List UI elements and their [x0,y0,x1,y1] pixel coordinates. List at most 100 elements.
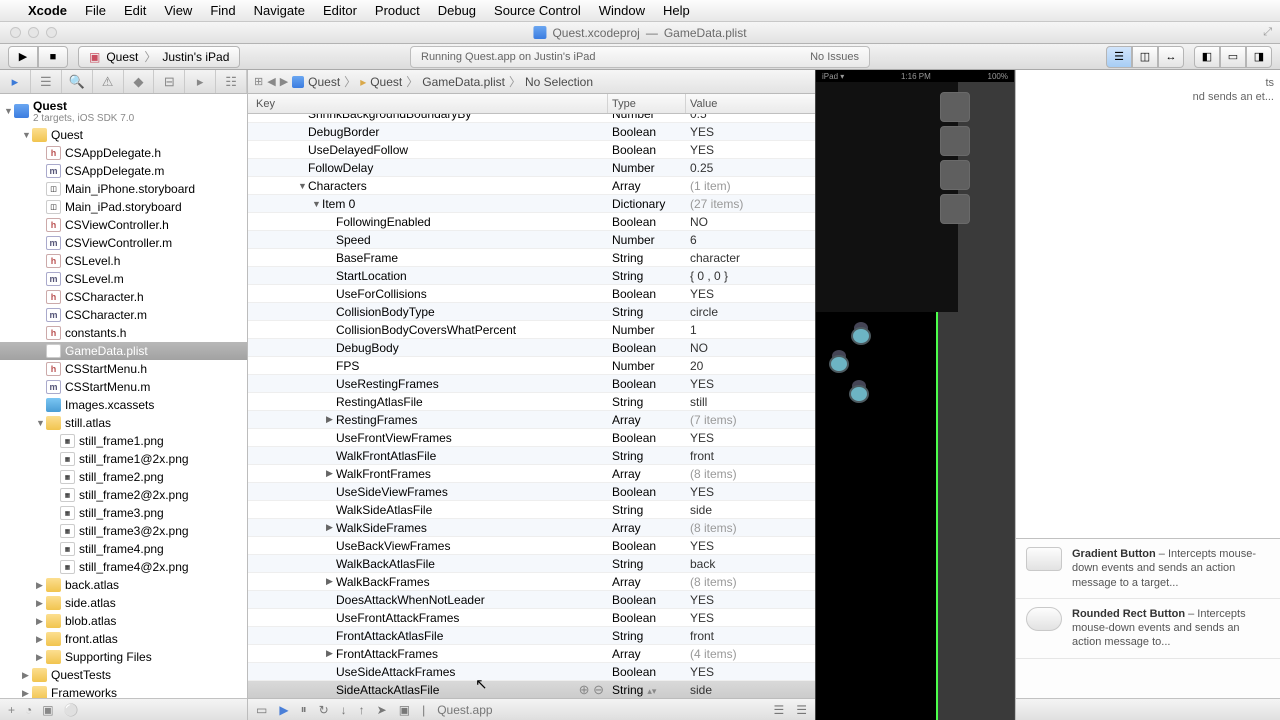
tree-row[interactable]: ▦still_frame2@2x.png [0,486,247,504]
plist-row[interactable]: DebugBodyBooleanNO [248,339,815,357]
toggle-navigator-button[interactable]: ◧ [1194,46,1220,68]
related-items-icon[interactable]: ⊞ [254,75,263,88]
menu-edit[interactable]: Edit [124,3,146,18]
plist-row[interactable]: ▼CharactersArray(1 item) [248,177,815,195]
header-type[interactable]: Type [608,94,686,113]
debug-navigator-tab[interactable]: ⊟ [154,70,185,93]
menu-find[interactable]: Find [210,3,235,18]
menu-debug[interactable]: Debug [438,3,476,18]
menu-file[interactable]: File [85,3,106,18]
plist-row[interactable]: ▶WalkSideFramesArray(8 items) [248,519,815,537]
tree-row[interactable]: ▶Frameworks [0,684,247,698]
plist-row[interactable]: StartLocationString{ 0 , 0 } [248,267,815,285]
tree-row[interactable]: ▦still_frame2.png [0,468,247,486]
step-out-icon[interactable]: ↑ [359,703,365,717]
tree-row[interactable]: ▼still.atlas [0,414,247,432]
toggle-debug-area-icon[interactable]: ▭ [256,703,267,717]
tree-row[interactable]: ▶blob.atlas [0,612,247,630]
plist-row[interactable]: UseDelayedFollowBooleanYES [248,141,815,159]
plist-row[interactable]: ShrinkBackgroundBoundaryByNumber0.5 [248,114,815,123]
plist-row[interactable]: WalkFrontAtlasFileStringfront [248,447,815,465]
console-view-icon[interactable]: ☰ [796,703,807,717]
tree-row[interactable]: ◫Main_iPhone.storyboard [0,180,247,198]
plist-row[interactable]: UseForCollisionsBooleanYES [248,285,815,303]
assistant-editor-button[interactable]: ◫ [1132,46,1158,68]
fullscreen-icon[interactable]: ⤢ [1263,26,1272,39]
header-key[interactable]: Key [248,94,608,113]
object-library[interactable]: Gradient Button – Intercepts mouse-down … [1016,538,1280,698]
stop-button[interactable]: ■ [38,46,68,68]
menu-view[interactable]: View [164,3,192,18]
tree-row[interactable]: mCSViewController.m [0,234,247,252]
tree-row[interactable]: ◫Main_iPad.storyboard [0,198,247,216]
plist-row[interactable]: CollisionBodyCoversWhatPercentNumber1 [248,321,815,339]
tree-row[interactable]: ▼Quest [0,126,247,144]
plist-row[interactable]: SpeedNumber6 [248,231,815,249]
tree-row[interactable]: hconstants.h [0,324,247,342]
library-item-gradient-button[interactable]: Gradient Button – Intercepts mouse-down … [1016,539,1280,599]
symbol-navigator-tab[interactable]: ☰ [31,70,62,93]
tree-row[interactable]: ▦still_frame4@2x.png [0,558,247,576]
plist-row[interactable]: DebugBorderBooleanYES [248,123,815,141]
plist-row[interactable]: UseFrontAttackFramesBooleanYES [248,609,815,627]
plist-row[interactable]: ▶WalkBackFramesArray(8 items) [248,573,815,591]
tree-row[interactable]: ▦still_frame4.png [0,540,247,558]
plist-row[interactable]: DoesAttackWhenNotLeaderBooleanYES [248,591,815,609]
tree-project-root[interactable]: ▼Quest2 targets, iOS SDK 7.0 [0,96,247,126]
version-editor-button[interactable]: ↔ [1158,46,1184,68]
scheme-selector[interactable]: ▣ Quest 〉 Justin's iPad [78,46,240,68]
tree-row[interactable]: mCSLevel.m [0,270,247,288]
plist-row[interactable]: WalkBackAtlasFileStringback [248,555,815,573]
plist-row[interactable]: SideAttackAtlasFile⊕ ⊖String▴▾side [248,681,815,698]
menu-navigate[interactable]: Navigate [254,3,305,18]
variables-view-icon[interactable]: ☰ [773,703,784,717]
tree-row[interactable]: hCSViewController.h [0,216,247,234]
plist-row[interactable]: UseBackViewFramesBooleanYES [248,537,815,555]
tree-row[interactable]: ▶back.atlas [0,576,247,594]
jump-item-1[interactable]: Quest [370,75,402,89]
plist-row[interactable]: BaseFrameStringcharacter [248,249,815,267]
filter-icon[interactable]: ⚪ [64,703,79,717]
tree-row[interactable]: ▦still_frame1@2x.png [0,450,247,468]
close-window-button[interactable] [10,27,21,38]
tree-row[interactable]: ▶side.atlas [0,594,247,612]
tree-row[interactable]: hCSAppDelegate.h [0,144,247,162]
jump-item-2[interactable]: GameData.plist [422,75,505,89]
tree-row[interactable]: mCSCharacter.m [0,306,247,324]
minimize-window-button[interactable] [28,27,39,38]
test-navigator-tab[interactable]: ◆ [124,70,155,93]
menu-help[interactable]: Help [663,3,690,18]
log-navigator-tab[interactable]: ☷ [216,70,247,93]
add-button[interactable]: + [8,703,15,717]
snapshot-icon[interactable]: ▣ [399,703,410,717]
filter-recent-icon[interactable]: ◔ [25,703,32,717]
plist-row[interactable]: ▶FrontAttackFramesArray(4 items) [248,645,815,663]
jump-item-3[interactable]: No Selection [525,75,593,89]
project-tree[interactable]: ▼Quest2 targets, iOS SDK 7.0▼QuesthCSApp… [0,94,247,698]
pause-icon[interactable]: ⏸ [301,702,307,717]
project-navigator-tab[interactable]: ▸ [0,70,31,93]
plist-row[interactable]: ▼Item 0Dictionary(27 items) [248,195,815,213]
tree-row[interactable]: mCSAppDelegate.m [0,162,247,180]
step-into-icon[interactable]: ↓ [341,703,347,717]
app-menu[interactable]: Xcode [28,3,67,18]
plist-row[interactable]: FPSNumber20 [248,357,815,375]
jump-bar[interactable]: ⊞ ◀ ▶ Quest 〉 ▸ Quest 〉 GameData.plist 〉… [248,70,815,94]
plist-row[interactable]: ▶WalkFrontFramesArray(8 items) [248,465,815,483]
toggle-utilities-button[interactable]: ◨ [1246,46,1272,68]
plist-row[interactable]: FollowingEnabledBooleanNO [248,213,815,231]
standard-editor-button[interactable]: ☰ [1106,46,1132,68]
menu-editor[interactable]: Editor [323,3,357,18]
breakpoint-navigator-tab[interactable]: ▸ [185,70,216,93]
step-over-icon[interactable]: ↻ [319,703,329,717]
plist-row[interactable]: FollowDelayNumber0.25 [248,159,815,177]
plist-row[interactable]: UseRestingFramesBooleanYES [248,375,815,393]
continue-icon[interactable]: ▶ [279,703,288,717]
tree-row[interactable]: ▶Supporting Files [0,648,247,666]
jump-item-0[interactable]: Quest [308,75,340,89]
filter-scm-icon[interactable]: ▣ [42,703,53,717]
tree-row[interactable]: hCSLevel.h [0,252,247,270]
location-icon[interactable]: ➤ [377,703,387,717]
jump-back-icon[interactable]: ◀ [267,75,275,88]
tree-row[interactable]: Images.xcassets [0,396,247,414]
